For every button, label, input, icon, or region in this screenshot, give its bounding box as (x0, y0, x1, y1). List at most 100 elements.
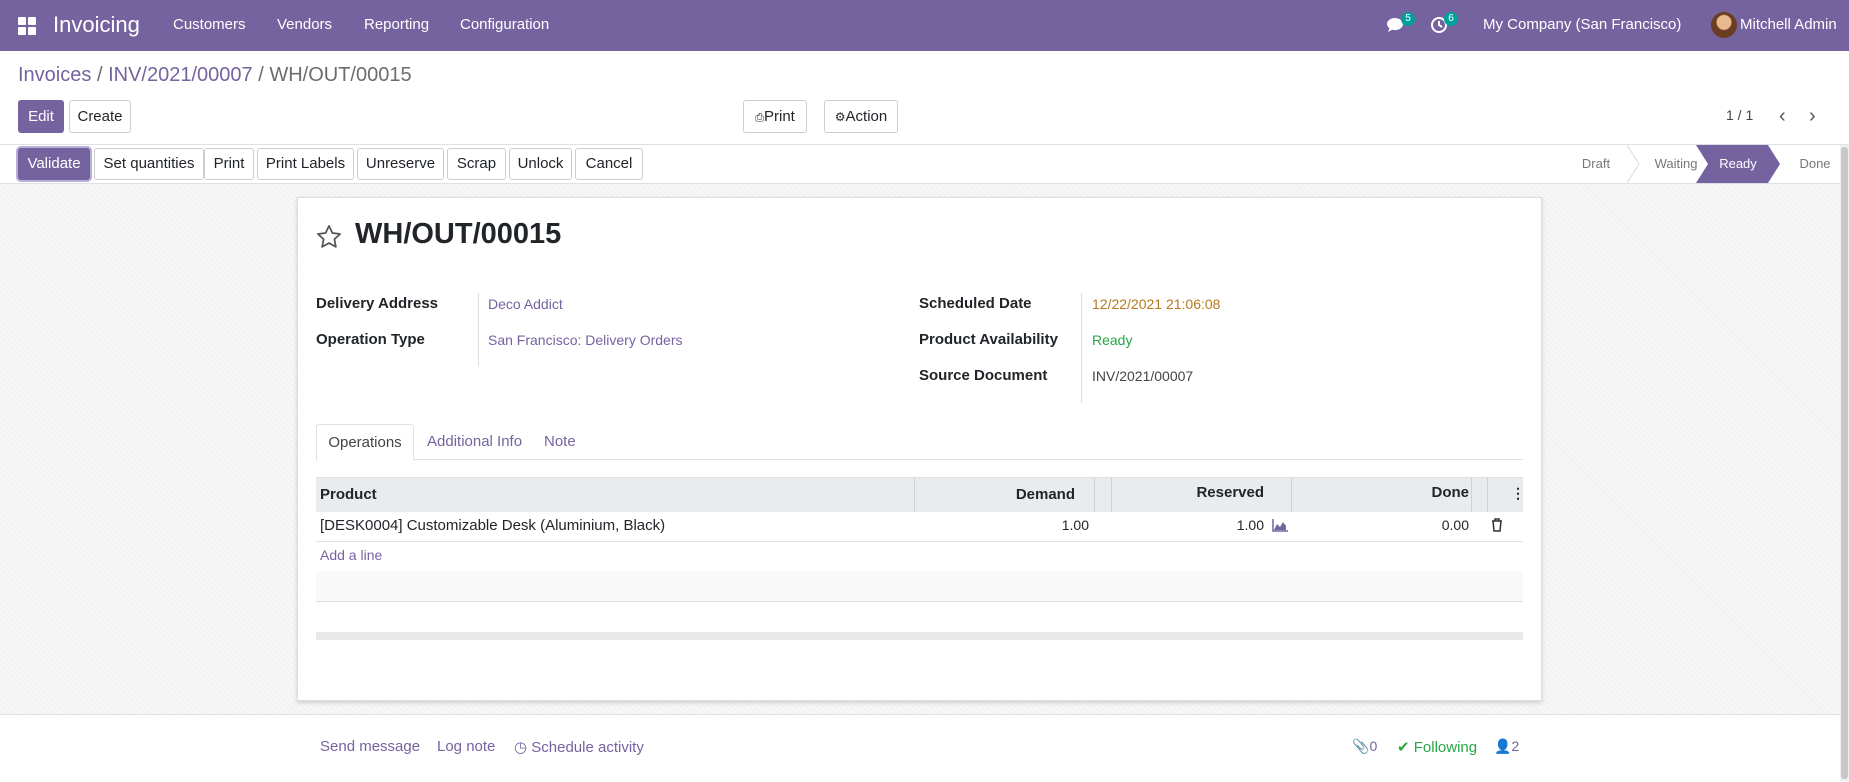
stage-ready[interactable]: Ready (1696, 145, 1780, 183)
availability-label: Product Availability (919, 331, 1058, 348)
menu-reporting[interactable]: Reporting (364, 16, 429, 33)
trash-icon[interactable] (1491, 518, 1503, 532)
operation-type-value[interactable]: San Francisco: Delivery Orders (488, 332, 683, 348)
activities-menu[interactable]: 6 (1430, 12, 1458, 38)
stage-draft[interactable]: Draft (1560, 145, 1632, 183)
source-document-value: INV/2021/00007 (1092, 368, 1194, 384)
clock-icon: ◷ (514, 739, 528, 756)
form-statusbar: Validate Set quantities Print Print Labe… (0, 145, 1849, 184)
set-quantities-button[interactable]: Set quantities (94, 148, 204, 180)
column-demand[interactable]: Demand (1016, 486, 1075, 503)
attachments-count: 0 (1369, 738, 1378, 754)
tab-note[interactable]: Note (544, 424, 576, 459)
column-done[interactable]: Done (1432, 484, 1470, 501)
pager-value[interactable]: 1 / 1 (1726, 107, 1753, 123)
scrollbar[interactable] (1840, 145, 1849, 781)
delivery-address-label: Delivery Address (316, 295, 439, 312)
optional-columns-icon[interactable]: ⋮ (1511, 485, 1525, 502)
followers-button[interactable]: 👤2 (1494, 738, 1519, 755)
field-divider (1081, 293, 1082, 403)
print-button[interactable]: Print (204, 148, 254, 180)
field-divider (478, 293, 479, 366)
scrap-button[interactable]: Scrap (447, 148, 506, 180)
table-row-empty (316, 571, 1523, 602)
scrollbar-thumb[interactable] (1841, 147, 1848, 779)
column-divider (1291, 478, 1292, 512)
control-panel: Invoices / INV/2021/00007 / WH/OUT/00015 (0, 51, 1849, 145)
column-divider (1487, 478, 1488, 512)
tabs-underline (316, 459, 1523, 460)
schedule-activity-label: Schedule activity (531, 739, 644, 756)
paperclip-icon: 📎 (1352, 738, 1370, 754)
gear-icon: ⚙ (834, 110, 846, 124)
menu-vendors[interactable]: Vendors (277, 16, 332, 33)
create-button[interactable]: Create (69, 100, 131, 133)
column-divider (1471, 478, 1472, 512)
chatter: Send message Log note ◷ Schedule activit… (0, 714, 1849, 782)
user-menu[interactable]: Mitchell Admin (1740, 16, 1837, 33)
breadcrumb-separator: / (258, 64, 264, 86)
table-row[interactable]: [DESK0004] Customizable Desk (Aluminium,… (316, 511, 1523, 542)
availability-value: Ready (1092, 332, 1133, 348)
print-menu-label: Print (763, 108, 795, 125)
chevron-right-icon[interactable]: › (1809, 106, 1816, 126)
followers-count: 2 (1511, 738, 1520, 754)
user-avatar[interactable] (1711, 12, 1737, 38)
cancel-button[interactable]: Cancel (575, 148, 643, 180)
menu-customers[interactable]: Customers (173, 16, 246, 33)
add-line-row: Add a line (316, 541, 1523, 572)
user-icon: 👤 (1494, 738, 1512, 754)
table-footer (316, 632, 1523, 640)
table-header: Product Demand Reserved Done ⋮ (316, 477, 1525, 512)
star-icon[interactable] (314, 223, 344, 251)
company-switcher[interactable]: My Company (San Francisco) (1483, 16, 1681, 33)
row-product: [DESK0004] Customizable Desk (Aluminium,… (320, 517, 666, 534)
action-menu-button[interactable]: ⚙Action (824, 100, 898, 133)
column-reserved[interactable]: Reserved (1196, 484, 1264, 501)
breadcrumb-current: WH/OUT/00015 (269, 64, 412, 86)
print-menu-button[interactable]: ⎙Print (743, 100, 807, 133)
print-labels-button[interactable]: Print Labels (257, 148, 354, 180)
unlock-button[interactable]: Unlock (509, 148, 572, 180)
operation-type-label: Operation Type (316, 331, 425, 348)
breadcrumb-invoices[interactable]: Invoices (18, 64, 91, 86)
check-icon: ✔ (1397, 739, 1410, 756)
row-demand: 1.00 (1061, 517, 1089, 533)
messages-menu[interactable]: 5 (1385, 12, 1415, 38)
apps-menu-icon[interactable] (18, 17, 36, 35)
row-done: 0.00 (1441, 517, 1469, 533)
send-message-button[interactable]: Send message (320, 738, 420, 755)
record-title: WH/OUT/00015 (355, 218, 562, 250)
column-divider (914, 478, 915, 512)
unreserve-button[interactable]: Unreserve (357, 148, 444, 180)
following-label: Following (1413, 739, 1478, 756)
main-navbar: Invoicing Customers Vendors Reporting Co… (0, 0, 1849, 51)
column-product[interactable]: Product (320, 486, 377, 503)
log-note-button[interactable]: Log note (437, 738, 495, 755)
source-document-label: Source Document (919, 367, 1048, 384)
breadcrumb-invoice[interactable]: INV/2021/00007 (108, 64, 253, 86)
chevron-left-icon[interactable]: ‹ (1779, 106, 1786, 126)
attachments-button[interactable]: 📎0 (1352, 738, 1377, 755)
delivery-address-value[interactable]: Deco Addict (488, 296, 563, 312)
column-divider (1111, 478, 1112, 512)
print-icon: ⎙ (755, 112, 764, 124)
stage-done[interactable]: Done (1784, 145, 1846, 183)
row-reserved: 1.00 (1236, 517, 1264, 533)
edit-button[interactable]: Edit (18, 100, 64, 133)
tab-additional-info[interactable]: Additional Info (427, 424, 522, 459)
tab-operations[interactable]: Operations (316, 424, 414, 461)
messages-badge: 5 (1401, 12, 1415, 26)
scheduled-date-value: 12/22/2021 21:06:08 (1092, 296, 1221, 312)
forecast-chart-icon[interactable] (1272, 519, 1288, 532)
app-title[interactable]: Invoicing (53, 12, 140, 38)
validate-button[interactable]: Validate (18, 148, 90, 180)
breadcrumb: Invoices / INV/2021/00007 / WH/OUT/00015 (18, 64, 412, 87)
menu-configuration[interactable]: Configuration (460, 16, 549, 33)
action-menu-label: Action (845, 108, 888, 125)
breadcrumb-separator: / (96, 64, 103, 86)
activities-badge: 6 (1444, 12, 1458, 26)
add-line-link[interactable]: Add a line (320, 547, 382, 563)
schedule-activity-button[interactable]: ◷ Schedule activity (514, 738, 644, 756)
following-button[interactable]: ✔ Following (1397, 738, 1477, 756)
